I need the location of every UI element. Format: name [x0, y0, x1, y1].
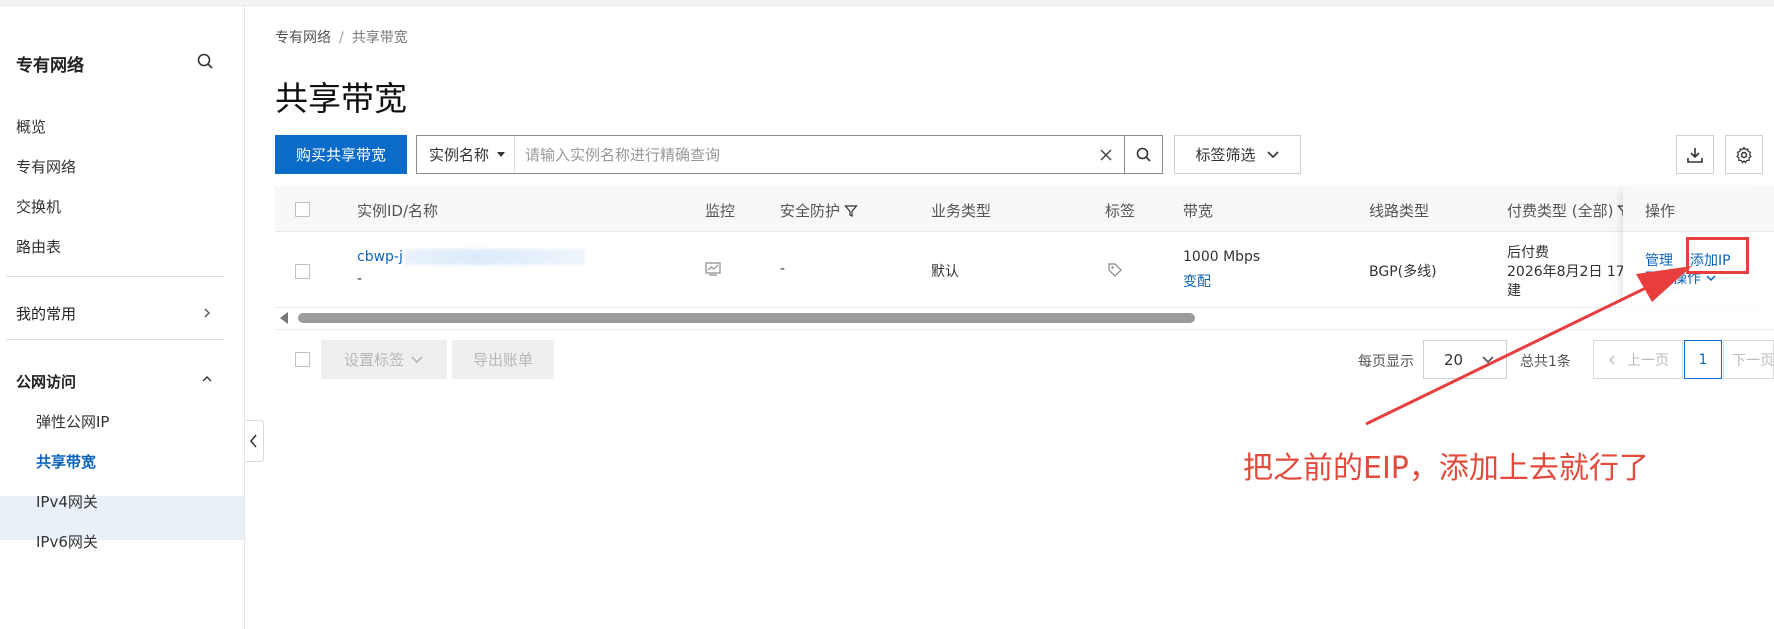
instance-id[interactable]: cbwp-j	[357, 249, 585, 265]
bandwidth-value: 1000 Mbps	[1183, 249, 1261, 265]
prev-page-button[interactable]: 上一页	[1593, 340, 1683, 379]
operations-header: 操作	[1623, 186, 1774, 232]
export-bill-button[interactable]: 导出账单	[452, 340, 554, 379]
chevron-right-icon[interactable]	[200, 306, 214, 320]
sidebar-collapse-button[interactable]	[246, 420, 264, 462]
sidebar-item-eip[interactable]: 弹性公网IP	[36, 411, 109, 432]
column-header-tags: 标签	[1105, 202, 1136, 220]
top-strip	[0, 0, 1774, 6]
instance-id-link[interactable]: cbwp-j	[357, 249, 403, 265]
sidebar-item-vswitch[interactable]: 交换机	[16, 196, 61, 217]
set-tags-label: 设置标签	[343, 351, 404, 369]
column-header-id-name: 实例ID/名称	[357, 202, 439, 220]
search-field-label: 实例名称	[429, 146, 490, 164]
column-header-pay-type: 付费类型 (全部)	[1507, 200, 1632, 221]
row-checkbox[interactable]	[295, 264, 310, 279]
chevron-down-icon	[411, 355, 423, 363]
sidebar-title: 专有网络	[16, 56, 84, 76]
pay-type-value: 后付费	[1507, 245, 1549, 261]
redacted-id	[404, 249, 585, 265]
sidebar-item-vpc[interactable]: 专有网络	[16, 156, 76, 177]
manage-link[interactable]: 管理	[1645, 250, 1673, 270]
settings-button[interactable]	[1725, 135, 1763, 174]
search-field-select[interactable]: 实例名称	[417, 136, 515, 173]
breadcrumb: 专有网络 / 共享带宽	[275, 27, 408, 47]
security-value: -	[780, 261, 786, 277]
search-button[interactable]	[1124, 136, 1162, 173]
next-page-button[interactable]: 下一页	[1723, 340, 1774, 379]
search-icon	[1136, 147, 1151, 162]
highlight-annotation-box	[1686, 237, 1749, 274]
column-header-ops: 操作	[1645, 202, 1676, 220]
footer-divider	[275, 329, 1774, 330]
column-header-monitor: 监控	[705, 202, 736, 220]
chevron-down-icon	[1266, 150, 1279, 158]
monitor-chart-icon[interactable]	[705, 262, 721, 276]
total-count: 总共1条	[1520, 354, 1571, 370]
breadcrumb-parent[interactable]: 专有网络	[275, 30, 331, 46]
tag-filter-button[interactable]: 标签筛选	[1174, 135, 1301, 174]
column-header-line-type: 线路类型	[1369, 202, 1430, 220]
table-row: cbwp-j - - 默认 1000 Mbps 变配 BGP(多线) 后付费 2…	[275, 232, 1774, 308]
modify-bandwidth-link[interactable]: 变配	[1183, 271, 1211, 291]
horizontal-scrollbar[interactable]	[275, 308, 1774, 328]
set-tags-button[interactable]: 设置标签	[321, 340, 447, 379]
page-size-select[interactable]: 20	[1423, 340, 1507, 379]
sidebar-divider	[6, 339, 225, 340]
column-header-pay-type-label: 付费类型 (全部)	[1507, 202, 1614, 220]
instance-name: -	[357, 271, 363, 287]
chevron-left-icon	[250, 434, 257, 448]
column-header-security-label: 安全防护	[780, 202, 841, 220]
caret-down-icon	[497, 152, 506, 157]
sidebar-item-ipv6-gateway[interactable]: IPv6网关	[36, 531, 98, 552]
breadcrumb-current: 共享带宽	[351, 30, 408, 46]
annotation-text: 把之前的EIP，添加上去就行了	[1243, 451, 1649, 486]
created-suffix: 建	[1507, 283, 1521, 299]
page-number-current[interactable]: 1	[1684, 340, 1722, 379]
search-input[interactable]	[515, 136, 1088, 173]
buy-shared-bandwidth-button[interactable]: 购买共享带宽	[275, 135, 407, 174]
biz-type-value: 默认	[931, 264, 959, 280]
table-header: 实例ID/名称 监控 安全防护 业务类型 标签 带宽 线路类型 付费类型 (全部…	[275, 186, 1774, 232]
clear-icon[interactable]	[1088, 136, 1124, 173]
chevron-left-icon	[1609, 355, 1615, 364]
page-title: 共享带宽	[275, 79, 407, 118]
download-icon	[1687, 147, 1703, 163]
tag-filter-label: 标签筛选	[1195, 146, 1256, 164]
page-size-value: 20	[1444, 350, 1464, 369]
line-type-value: BGP(多线)	[1369, 264, 1437, 280]
scrollbar-thumb[interactable]	[298, 313, 1195, 323]
sidebar-group-public-access[interactable]: 公网访问	[16, 371, 76, 392]
gear-icon	[1736, 145, 1752, 163]
column-header-biz-type: 业务类型	[931, 202, 992, 220]
sidebar-divider	[6, 276, 225, 277]
created-date: 2026年8月2日 17:	[1507, 264, 1623, 280]
column-header-security: 安全防护	[780, 200, 858, 221]
sidebar-group-my-common[interactable]: 我的常用	[16, 303, 76, 324]
download-button[interactable]	[1676, 135, 1714, 174]
search-bar: 实例名称	[416, 135, 1163, 174]
search-icon[interactable]	[196, 52, 216, 72]
tag-icon[interactable]	[1107, 262, 1123, 278]
footer-select-all-checkbox[interactable]	[295, 352, 310, 367]
per-page-label: 每页显示	[1358, 354, 1414, 370]
column-header-bandwidth: 带宽	[1183, 202, 1214, 220]
scroll-left-icon[interactable]	[280, 312, 288, 324]
sidebar-item-ipv4-gateway[interactable]: IPv4网关	[36, 491, 98, 512]
chevron-down-icon	[1482, 355, 1494, 363]
sidebar-item-route-table[interactable]: 路由表	[16, 236, 61, 257]
filter-icon[interactable]	[844, 204, 858, 218]
select-all-checkbox[interactable]	[295, 202, 310, 217]
sidebar-item-overview[interactable]: 概览	[16, 116, 46, 137]
sidebar: 专有网络 概览 专有网络 交换机 路由表 我的常用 公网访问 弹性公网IP 共享…	[0, 6, 245, 629]
sidebar-item-shared-bandwidth[interactable]: 共享带宽	[36, 451, 96, 472]
chevron-up-icon[interactable]	[200, 372, 214, 386]
breadcrumb-separator: /	[339, 30, 344, 46]
prev-page-label: 上一页	[1627, 352, 1669, 369]
